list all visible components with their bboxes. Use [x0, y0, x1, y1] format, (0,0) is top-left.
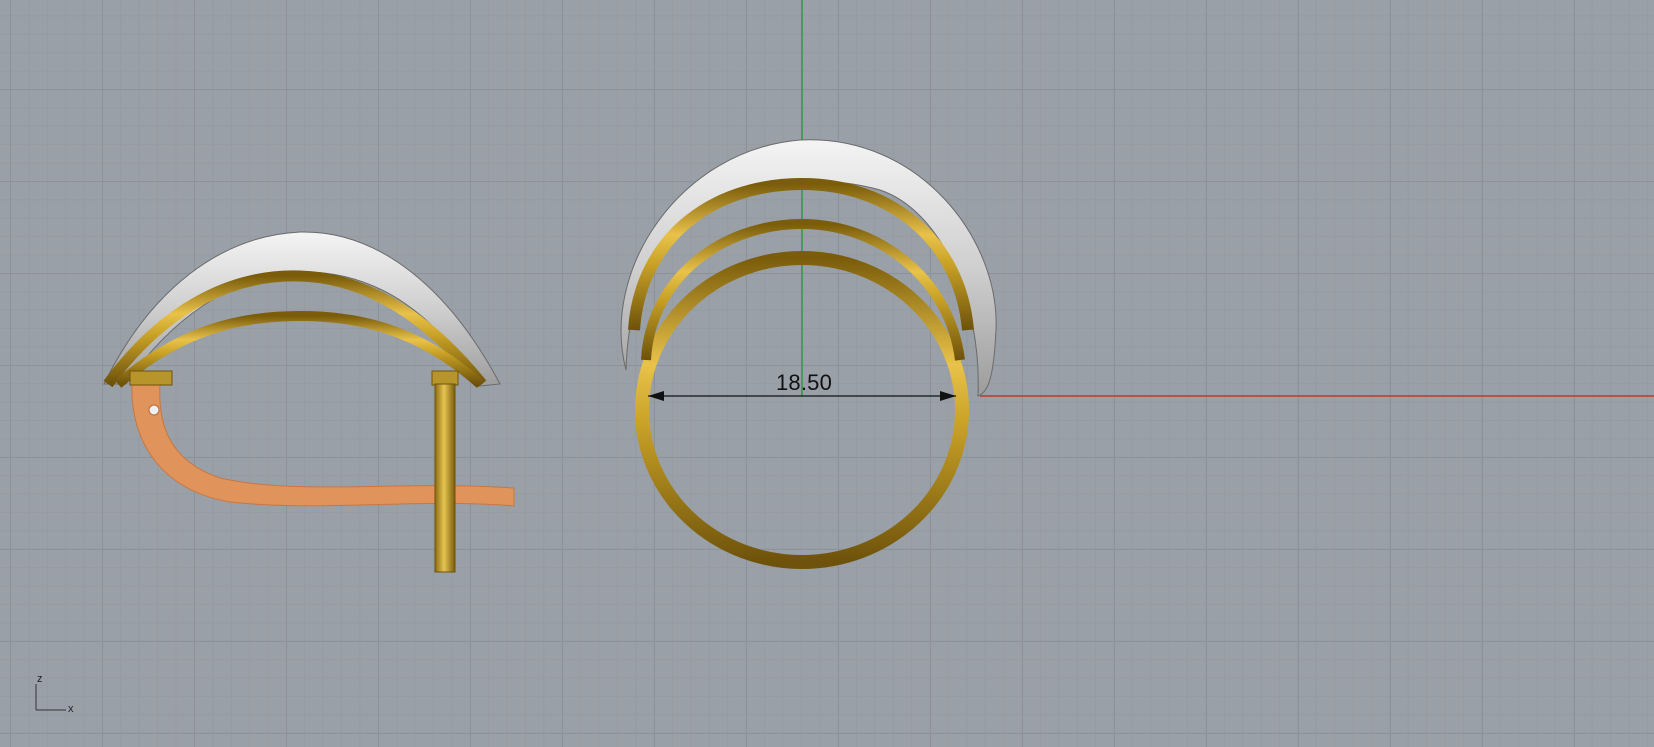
left-post-cap-right — [431, 370, 459, 386]
center-ring[interactable] — [620, 139, 997, 569]
dimension-label: 18.50 — [776, 370, 833, 395]
left-earring-post — [434, 383, 456, 573]
left-earring[interactable] — [103, 231, 515, 573]
left-swirl-hole — [148, 404, 160, 416]
left-copper-swirl — [131, 383, 515, 507]
dimension-arrow-left — [648, 391, 664, 401]
axis-label-x: x — [68, 703, 74, 715]
world-axis-icon — [35, 684, 66, 711]
rhino-front-viewport[interactable]: 18.50 z x — [0, 0, 1654, 747]
left-silver-shell — [103, 231, 501, 387]
dimension-arrow-right — [940, 391, 956, 401]
axis-label-z: z — [37, 673, 43, 685]
left-post-cap-left — [129, 370, 173, 386]
